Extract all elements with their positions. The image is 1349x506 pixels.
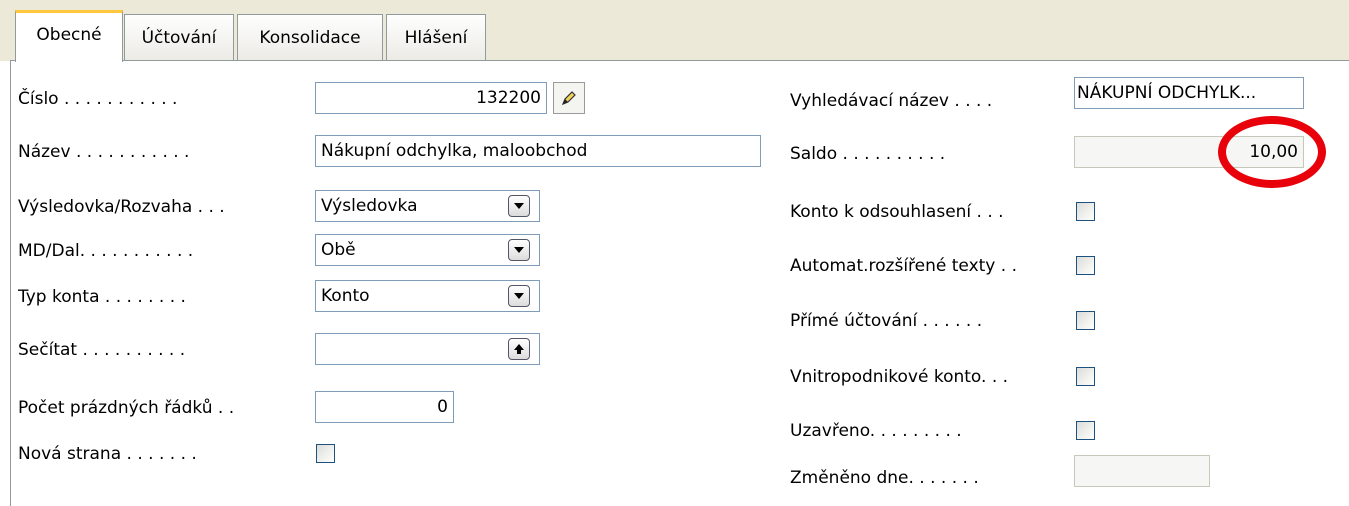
automat-texty-checkbox[interactable] [1076, 256, 1095, 275]
tab-label: Konsolidace [259, 27, 361, 48]
tab-konsolidace[interactable]: Konsolidace [237, 14, 383, 60]
vyhledavaci-field[interactable]: NÁKUPNÍ ODCHYLK... [1074, 77, 1304, 109]
saldo-field: 10,00 [1074, 136, 1304, 168]
cislo-label: Číslo . . . . . . . . . . . [18, 89, 178, 109]
saldo-value: 10,00 [1249, 142, 1298, 162]
chevron-down-icon [514, 247, 524, 253]
vyhledavaci-label: Vyhledávací název . . . . [790, 91, 993, 111]
nazev-field[interactable]: Nákupní odchylka, maloobchod [315, 135, 761, 167]
cislo-field[interactable]: 132200 [315, 82, 547, 114]
vnitropodnikove-checkbox[interactable] [1076, 367, 1095, 386]
tab-label: Obecné [36, 24, 102, 45]
typ-konta-label: Typ konta . . . . . . . . [18, 287, 186, 307]
zmeneno-label: Změněno dne. . . . . . . [790, 468, 979, 488]
edit-button[interactable] [553, 82, 585, 114]
cislo-value: 132200 [476, 88, 541, 108]
vnitropodnikove-label: Vnitropodnikové konto. . . [790, 367, 1009, 387]
typ-konta-dropdown-button[interactable] [508, 285, 530, 307]
konto-odsouhlaseni-label: Konto k odsouhlasení . . . [790, 202, 1004, 222]
vysledovka-value: Výsledovka [321, 196, 418, 216]
pocet-radku-value: 0 [437, 397, 448, 417]
vysledovka-label: Výsledovka/Rozvaha . . . [18, 197, 225, 217]
arrow-up-icon [514, 344, 524, 354]
mddal-dropdown-button[interactable] [508, 239, 530, 261]
tab-label: Hlášení [404, 27, 468, 48]
saldo-label: Saldo . . . . . . . . . . [790, 144, 946, 164]
prime-uctovani-label: Přímé účtování . . . . . . [790, 311, 983, 331]
prime-uctovani-checkbox[interactable] [1076, 311, 1095, 330]
nova-strana-label: Nová strana . . . . . . . [18, 444, 197, 464]
mddal-label: MD/Dal. . . . . . . . . . . [18, 241, 194, 261]
vysledovka-dropdown-button[interactable] [508, 195, 530, 217]
uzavreno-checkbox[interactable] [1076, 421, 1095, 440]
secitat-label: Sečítat . . . . . . . . . . [18, 340, 186, 360]
automat-texty-label: Automat.rozšířené texty . . [790, 256, 1017, 276]
chevron-down-icon [514, 203, 524, 209]
mddal-select[interactable]: Obě [315, 234, 540, 266]
uzavreno-label: Uzavřeno. . . . . . . . . [790, 421, 962, 441]
zmeneno-field [1074, 455, 1210, 487]
konto-odsouhlaseni-checkbox[interactable] [1076, 202, 1095, 221]
secitat-field[interactable] [315, 333, 540, 365]
tab-label: Účtování [141, 27, 217, 48]
mddal-value: Obě [321, 240, 356, 260]
tab-obecne[interactable]: Obecné [15, 10, 123, 62]
vyhledavaci-value: NÁKUPNÍ ODCHYLK... [1077, 83, 1257, 103]
secitat-assist-button[interactable] [508, 338, 530, 360]
nazev-value: Nákupní odchylka, maloobchod [321, 141, 588, 161]
pocet-radku-field[interactable]: 0 [315, 391, 454, 423]
typ-konta-select[interactable]: Konto [315, 280, 540, 312]
form-panel [10, 60, 1349, 506]
pencil-icon [561, 91, 576, 106]
tab-hlaseni[interactable]: Hlášení [386, 14, 486, 60]
typ-konta-value: Konto [321, 286, 370, 306]
pocet-radku-label: Počet prázdných řádků . . [18, 398, 235, 418]
chevron-down-icon [514, 293, 524, 299]
nova-strana-checkbox[interactable] [316, 444, 335, 463]
nazev-label: Název . . . . . . . . . . . [18, 142, 190, 162]
tab-uctovani[interactable]: Účtování [124, 14, 234, 60]
vysledovka-select[interactable]: Výsledovka [315, 190, 540, 222]
